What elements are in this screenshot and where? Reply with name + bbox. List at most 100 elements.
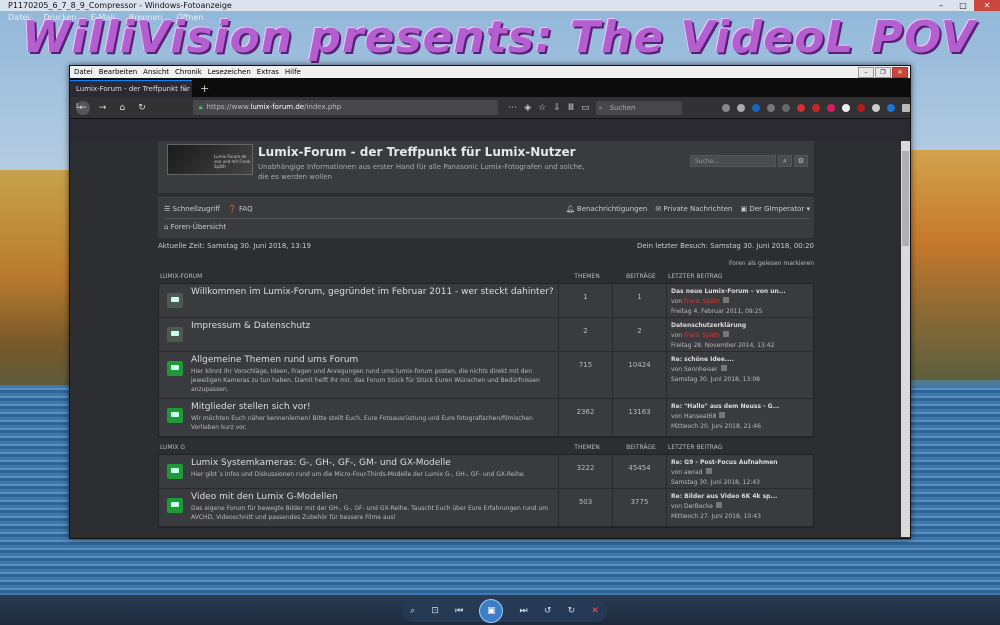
- advanced-search-gear-icon[interactable]: ⚙: [794, 155, 808, 167]
- forum-title-link[interactable]: Willkommen im Lumix-Forum, gegründet im …: [191, 287, 558, 297]
- page-actions-icon[interactable]: ⋯: [508, 103, 517, 113]
- url-bar[interactable]: 🔒︎ https://www.lumix-forum.de/index.php: [192, 100, 499, 115]
- close-icon[interactable]: ✕: [892, 67, 908, 78]
- minimize-icon[interactable]: –: [930, 0, 952, 11]
- rotate-right-icon[interactable]: ↻: [568, 606, 576, 616]
- faq-link[interactable]: ❓ FAQ: [228, 205, 253, 213]
- zoom-icon[interactable]: ⌕: [410, 606, 415, 616]
- tab-lumix-forum[interactable]: Lumix-Forum - der Treffpunkt für L ×: [70, 80, 192, 110]
- extension-icon[interactable]: [842, 103, 850, 112]
- mark-forums-read-link[interactable]: Foren als gelesen markieren: [158, 260, 814, 267]
- breadcrumb[interactable]: ⌂ Foren-Übersicht: [164, 223, 226, 231]
- delete-icon[interactable]: ✕: [591, 606, 599, 616]
- extension-icon[interactable]: [827, 103, 835, 112]
- pocket-icon[interactable]: ◈: [524, 103, 531, 113]
- site-title[interactable]: Lumix-Forum - der Treffpunkt für Lumix-N…: [258, 145, 576, 159]
- sidebar-icon[interactable]: ▭: [581, 103, 590, 113]
- reload-icon[interactable]: ↻: [135, 101, 149, 115]
- menu-datei[interactable]: Datei: [74, 68, 93, 76]
- menu-ansicht[interactable]: Ansicht: [143, 68, 169, 76]
- forum-list: Willkommen im Lumix-Forum, gegründet im …: [158, 283, 814, 438]
- extension-icon[interactable]: [752, 103, 760, 112]
- last-post-user-link[interactable]: awrad: [684, 469, 703, 476]
- view-latest-post-icon[interactable]: [705, 468, 712, 474]
- extension-icon[interactable]: [767, 103, 775, 112]
- view-latest-post-icon[interactable]: [719, 412, 726, 418]
- extension-icon[interactable]: [797, 103, 805, 112]
- view-latest-post-icon[interactable]: [722, 331, 729, 337]
- bookmark-star-icon[interactable]: ☆: [538, 103, 546, 113]
- forum-title-link[interactable]: Impressum & Datenschutz: [191, 321, 558, 331]
- slideshow-play-icon[interactable]: ▣: [479, 599, 504, 623]
- forward-icon[interactable]: →: [96, 101, 110, 115]
- view-latest-post-icon[interactable]: [720, 365, 727, 371]
- scrollbar-thumb[interactable]: [902, 151, 909, 246]
- url-prefix: https://www.: [206, 103, 251, 111]
- menu-chronik[interactable]: Chronik: [175, 68, 202, 76]
- forum-title-link[interactable]: Lumix Systemkameras: G-, GH-, GF-, GM- u…: [191, 458, 558, 468]
- forum-status-icon: [167, 408, 183, 423]
- forum-title-link[interactable]: Allgemeine Themen rund ums Forum: [191, 355, 558, 365]
- search-input[interactable]: ⌕ Suchen: [595, 100, 682, 115]
- restore-icon[interactable]: ❐: [875, 67, 891, 78]
- previous-icon[interactable]: ⏮: [455, 606, 463, 616]
- rotate-left-icon[interactable]: ↺: [544, 606, 552, 616]
- forum-info: Willkommen im Lumix-Forum, gegründet im …: [159, 284, 559, 317]
- last-post-user-link[interactable]: Frank Späth: [684, 298, 720, 305]
- last-post-title-link[interactable]: Re: "Hallo" aus dem Neuss - G...: [671, 403, 779, 410]
- close-tab-icon[interactable]: ×: [182, 81, 188, 98]
- extension-icon[interactable]: [782, 103, 790, 112]
- forum-title-link[interactable]: Video mit den Lumix G-Modellen: [191, 492, 558, 502]
- close-icon[interactable]: ✕: [974, 0, 1000, 11]
- last-post-user-link[interactable]: Hanseat68: [684, 413, 716, 420]
- category-name[interactable]: LUMIX G: [160, 441, 560, 454]
- download-icon[interactable]: ⇩: [553, 103, 561, 113]
- user-menu[interactable]: ▣ Der GImperator ▾: [740, 205, 810, 213]
- last-post-title-link[interactable]: Re: G9 - Post-Focus Aufnahmen: [671, 459, 778, 466]
- last-post-date: Samstag 30. Juni 2018, 13:08: [671, 376, 760, 383]
- view-latest-post-icon[interactable]: [722, 297, 729, 303]
- extension-icon[interactable]: [872, 103, 880, 112]
- last-post-user-link[interactable]: Sennheiser: [684, 366, 718, 373]
- last-post-title-link[interactable]: Das neue Lumix-Forum – von un...: [671, 288, 786, 295]
- next-icon[interactable]: ⏭: [520, 606, 528, 616]
- forum-search-button[interactable]: ⌕: [778, 155, 792, 167]
- menu-extras[interactable]: Extras: [257, 68, 279, 76]
- category-name[interactable]: LUMIX-FORUM: [160, 270, 560, 283]
- minimize-icon[interactable]: –: [858, 67, 874, 78]
- menu-lesezeichen[interactable]: Lesezeichen: [208, 68, 251, 76]
- forum-status-icon: [167, 498, 183, 513]
- last-post-user-link[interactable]: Frank Späth: [684, 332, 720, 339]
- notifications-link[interactable]: 🔔︎ Benachrichtigungen: [566, 205, 648, 213]
- forum-title-link[interactable]: Mitglieder stellen sich vor!: [191, 402, 558, 412]
- last-post-by: von: [671, 366, 683, 373]
- scrollbar[interactable]: [901, 141, 910, 537]
- extension-icon[interactable]: [887, 103, 895, 112]
- menu-hilfe[interactable]: Hilfe: [285, 68, 301, 76]
- forum-row: Impressum & Datenschutz 2 2 Datenschutze…: [159, 318, 813, 352]
- forum-status-icon: [167, 464, 183, 479]
- new-tab-icon[interactable]: +: [200, 80, 209, 97]
- extension-icon[interactable]: [857, 103, 865, 112]
- view-latest-post-icon[interactable]: [715, 502, 722, 508]
- home-icon[interactable]: ⌂: [115, 101, 129, 115]
- actual-size-icon[interactable]: ⊡: [431, 606, 439, 616]
- private-messages-link[interactable]: ✉ Private Nachrichten: [655, 205, 732, 213]
- forum-search-input[interactable]: Suche...: [690, 155, 776, 167]
- last-post-title-link[interactable]: Re: Bilder aus Video 6K 4k sp...: [671, 493, 777, 500]
- quicklinks-link[interactable]: ☰ Schnellzugriff: [164, 205, 220, 213]
- extension-icon[interactable]: [812, 103, 820, 112]
- extension-icon[interactable]: [737, 103, 745, 112]
- library-icon[interactable]: Ⅲ: [568, 103, 574, 113]
- forum-status-icon: [167, 293, 183, 308]
- extension-icon[interactable]: [722, 103, 730, 112]
- maximize-icon[interactable]: □: [952, 0, 974, 11]
- menu-icon[interactable]: [902, 103, 910, 112]
- viewer-title: P1170205_6_7_8_9_Compressor - Windows-Fo…: [8, 1, 232, 10]
- last-post-title-link[interactable]: Datenschutzerklärung: [671, 322, 746, 329]
- nav-right: 🔔︎ Benachrichtigungen ✉ Private Nachrich…: [566, 205, 810, 213]
- menu-bearbeiten[interactable]: Bearbeiten: [99, 68, 137, 76]
- forum-logo[interactable]: Lumix-Forum.de von und mit Frank Späth: [167, 144, 253, 175]
- last-post-user-link[interactable]: DerBecke: [684, 503, 713, 510]
- last-post-title-link[interactable]: Re: schöne Idee....: [671, 356, 734, 363]
